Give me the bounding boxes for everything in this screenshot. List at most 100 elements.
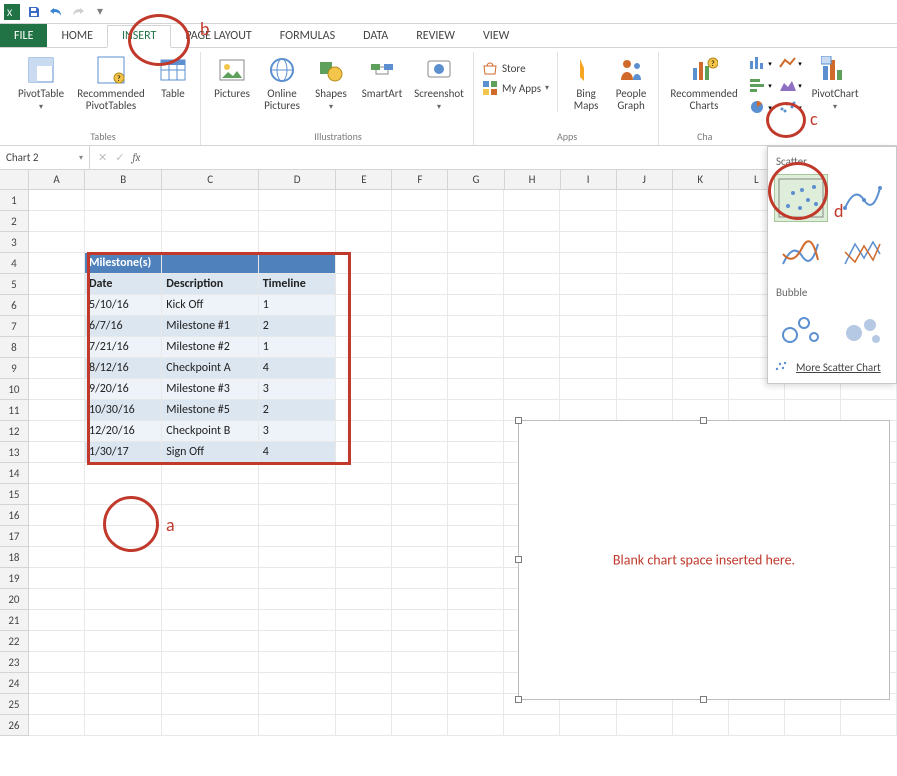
cell[interactable] — [29, 211, 85, 232]
cell[interactable] — [162, 610, 258, 631]
cell[interactable] — [29, 505, 85, 526]
cell[interactable] — [336, 421, 392, 442]
cell[interactable] — [336, 631, 392, 652]
cell[interactable] — [448, 463, 504, 484]
cell[interactable] — [785, 715, 841, 736]
column-header[interactable]: A — [29, 170, 85, 190]
cell[interactable] — [673, 715, 729, 736]
cell[interactable] — [29, 190, 85, 211]
row-header[interactable]: 11 — [0, 400, 29, 421]
scatter-chart-icon[interactable]: ▾ — [775, 96, 805, 118]
cell[interactable] — [504, 190, 560, 211]
cell[interactable]: Milestone #3 — [162, 379, 258, 400]
cell[interactable] — [162, 631, 258, 652]
cell[interactable] — [560, 337, 616, 358]
cell[interactable] — [617, 400, 673, 421]
cell[interactable] — [448, 589, 504, 610]
cell[interactable] — [162, 715, 258, 736]
cell[interactable] — [336, 274, 392, 295]
cell[interactable] — [336, 400, 392, 421]
qat-customize-icon[interactable]: ▾ — [92, 4, 108, 20]
cell[interactable] — [162, 253, 258, 274]
cell[interactable] — [259, 211, 336, 232]
cell[interactable] — [162, 484, 258, 505]
row-header[interactable]: 2 — [0, 211, 29, 232]
cell[interactable]: Milestone(s) — [85, 253, 162, 274]
cell[interactable] — [504, 316, 560, 337]
row-header[interactable]: 6 — [0, 295, 29, 316]
cell[interactable] — [560, 190, 616, 211]
cell[interactable] — [392, 442, 448, 463]
cell[interactable] — [259, 505, 336, 526]
cell[interactable] — [29, 358, 85, 379]
table-button[interactable]: Table — [152, 52, 194, 100]
cell[interactable] — [336, 253, 392, 274]
row-header[interactable]: 12 — [0, 421, 29, 442]
row-header[interactable]: 26 — [0, 715, 29, 736]
cell[interactable] — [617, 253, 673, 274]
cell[interactable] — [448, 190, 504, 211]
cell[interactable] — [259, 547, 336, 568]
cell[interactable] — [336, 505, 392, 526]
cell[interactable] — [504, 232, 560, 253]
cell[interactable] — [448, 484, 504, 505]
cell[interactable] — [29, 379, 85, 400]
cell[interactable] — [85, 505, 162, 526]
cell[interactable] — [336, 715, 392, 736]
column-header[interactable]: I — [561, 170, 617, 190]
pivotchart-button[interactable]: PivotChart ▾ — [809, 52, 861, 112]
cell[interactable] — [448, 652, 504, 673]
cell[interactable] — [504, 400, 560, 421]
cell[interactable]: 5/10/16 — [85, 295, 162, 316]
cell[interactable] — [448, 379, 504, 400]
screenshot-button[interactable]: Screenshot ▾ — [411, 52, 467, 112]
cell[interactable] — [617, 715, 673, 736]
cell[interactable] — [162, 505, 258, 526]
cell[interactable] — [29, 400, 85, 421]
column-header[interactable]: F — [392, 170, 448, 190]
cell[interactable] — [162, 232, 258, 253]
cell[interactable] — [85, 190, 162, 211]
cell[interactable] — [448, 442, 504, 463]
row-header[interactable]: 14 — [0, 463, 29, 484]
cell[interactable] — [392, 463, 448, 484]
cell[interactable] — [336, 337, 392, 358]
cell[interactable] — [392, 484, 448, 505]
cell[interactable] — [392, 589, 448, 610]
cell[interactable] — [392, 631, 448, 652]
tab-view[interactable]: VIEW — [469, 24, 523, 47]
cell[interactable]: 1/30/17 — [85, 442, 162, 463]
shapes-button[interactable]: Shapes ▾ — [309, 52, 353, 112]
cell[interactable] — [29, 295, 85, 316]
cell[interactable] — [673, 253, 729, 274]
cell[interactable] — [448, 547, 504, 568]
cell[interactable]: 7/21/16 — [85, 337, 162, 358]
cell[interactable] — [85, 463, 162, 484]
tab-data[interactable]: DATA — [349, 24, 402, 47]
cell[interactable]: 9/20/16 — [85, 379, 162, 400]
row-header[interactable]: 9 — [0, 358, 29, 379]
cell[interactable] — [504, 358, 560, 379]
cell[interactable] — [617, 316, 673, 337]
redo-icon[interactable] — [70, 4, 86, 20]
cell[interactable] — [259, 253, 336, 274]
area-chart-icon[interactable]: ▾ — [775, 74, 805, 96]
store-button[interactable]: Store — [482, 60, 549, 76]
save-icon[interactable] — [26, 4, 42, 20]
cell[interactable]: 2 — [259, 316, 336, 337]
cell[interactable] — [392, 400, 448, 421]
cell[interactable] — [162, 568, 258, 589]
row-header[interactable]: 3 — [0, 232, 29, 253]
row-header[interactable]: 24 — [0, 673, 29, 694]
pie-chart-icon[interactable]: ▾ — [745, 96, 775, 118]
cell[interactable] — [259, 568, 336, 589]
cell[interactable] — [85, 652, 162, 673]
cell[interactable] — [673, 316, 729, 337]
cell[interactable] — [448, 316, 504, 337]
cell[interactable] — [336, 358, 392, 379]
select-all-corner[interactable] — [0, 170, 29, 190]
cell[interactable] — [448, 505, 504, 526]
cell[interactable] — [392, 421, 448, 442]
column-header[interactable]: B — [85, 170, 162, 190]
cell[interactable]: 3 — [259, 421, 336, 442]
